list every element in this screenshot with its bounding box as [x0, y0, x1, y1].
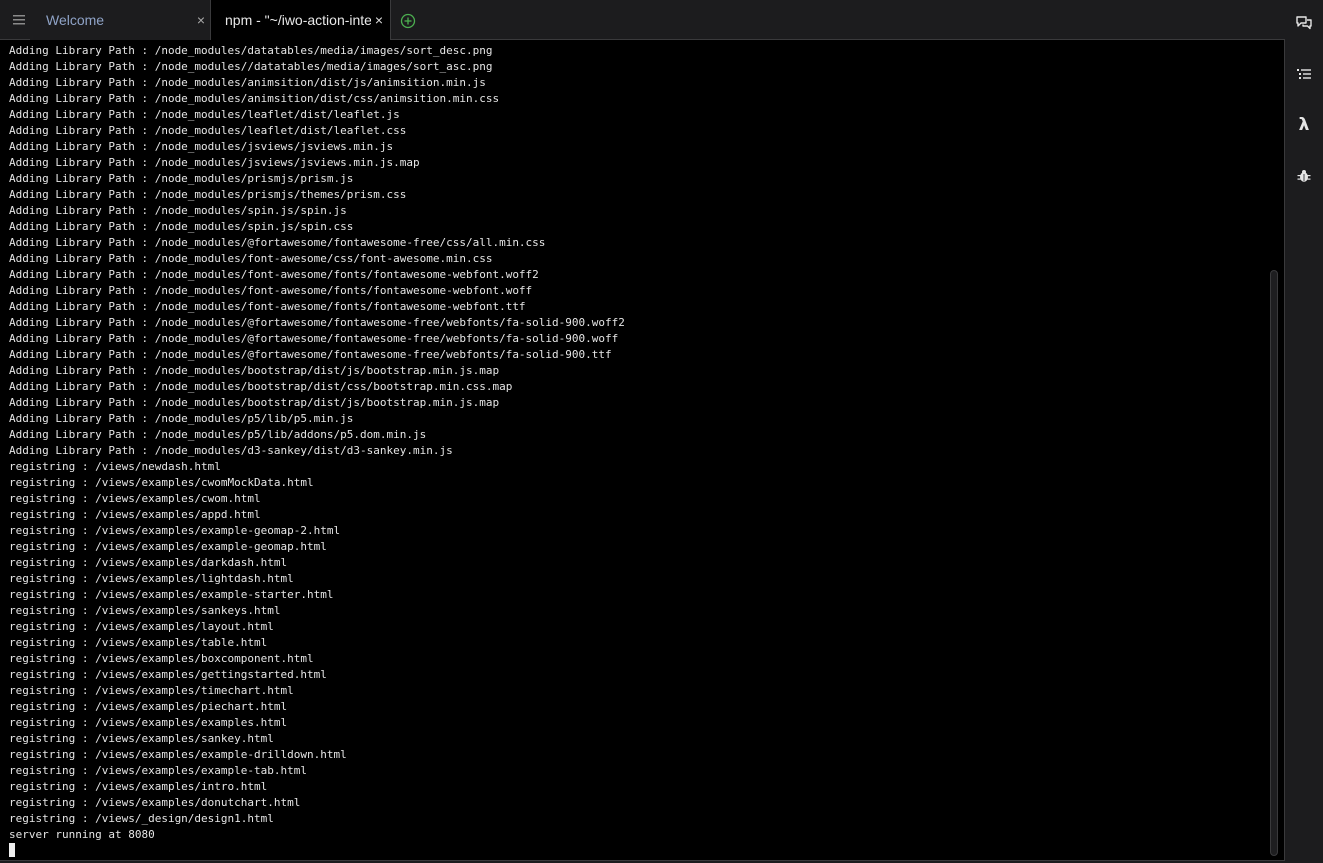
terminal-line: Adding Library Path : /node_modules/jsvi… — [9, 140, 394, 153]
terminal-line: Adding Library Path : /node_modules/spin… — [9, 204, 347, 217]
tab-npm-terminal[interactable]: npm - "~/iwo-action-integ × — [211, 0, 391, 41]
tab-npm-terminal-close-icon[interactable]: × — [372, 12, 386, 28]
tab-welcome-close-icon[interactable]: × — [194, 12, 208, 28]
tab-bar: Welcome × npm - "~/iwo-action-integ × — [0, 0, 1285, 41]
terminal-line: registring : /views/examples/example-tab… — [9, 764, 308, 777]
terminal-line: Adding Library Path : /node_modules/@for… — [9, 348, 612, 361]
terminal-line: Adding Library Path : /node_modules/boot… — [9, 364, 500, 377]
terminal-line: registring : /views/examples/boxcomponen… — [9, 652, 314, 665]
terminal-line: Adding Library Path : /node_modules/spin… — [9, 220, 354, 233]
terminal-line: Adding Library Path : /node_modules/p5/l… — [9, 412, 354, 425]
terminal-line: Adding Library Path : /node_modules/d3-s… — [9, 444, 453, 457]
terminal-lines: Adding Library Path : /node_modules/data… — [9, 43, 625, 859]
terminal-line: registring : /views/_design/design1.html — [9, 812, 274, 825]
terminal-line: Adding Library Path : /node_modules/font… — [9, 300, 526, 313]
terminal-line: Adding Library Path : /node_modules/jsvi… — [9, 156, 420, 169]
terminal-line: Adding Library Path : /node_modules/boot… — [9, 396, 500, 409]
terminal-scrollbar[interactable] — [1270, 270, 1278, 856]
list-icon[interactable] — [1294, 64, 1314, 84]
tab-npm-terminal-label: npm - "~/iwo-action-integ — [225, 12, 371, 28]
terminal-line: registring : /views/examples/gettingstar… — [9, 668, 327, 681]
terminal-line: registring : /views/examples/darkdash.ht… — [9, 556, 288, 569]
terminal-line: registring : /views/examples/example-sta… — [9, 588, 334, 601]
terminal-line: Adding Library Path : /node_modules/leaf… — [9, 108, 400, 121]
terminal-line: Adding Library Path : /node_modules/boot… — [9, 380, 513, 393]
right-sidebar: λ — [1286, 0, 1323, 863]
tab-welcome[interactable]: Welcome × — [30, 0, 211, 40]
terminal-line: registring : /views/examples/cwomMockDat… — [9, 476, 314, 489]
terminal-line: registring : /views/examples/lightdash.h… — [9, 572, 294, 585]
lambda-icon[interactable]: λ — [1294, 115, 1314, 135]
terminal-line: registring : /views/newdash.html — [9, 460, 221, 473]
terminal-line: registring : /views/examples/example-geo… — [9, 540, 327, 553]
terminal-line: Adding Library Path : /node_modules/font… — [9, 268, 539, 281]
terminal-cursor — [9, 843, 15, 857]
app-window: Welcome × npm - "~/iwo-action-integ × Ad… — [0, 0, 1323, 863]
terminal-prompt-line[interactable] — [9, 843, 625, 859]
terminal-line: registring : /views/examples/appd.html — [9, 508, 261, 521]
terminal-line: Adding Library Path : /node_modules/p5/l… — [9, 428, 427, 441]
terminal-line: Adding Library Path : /node_modules/@for… — [9, 332, 619, 345]
terminal-line: Adding Library Path : /node_modules/@for… — [9, 236, 546, 249]
terminal-line: Adding Library Path : /node_modules/@for… — [9, 316, 625, 329]
bug-icon[interactable] — [1294, 166, 1314, 186]
terminal-line: registring : /views/examples/sankey.html — [9, 732, 274, 745]
terminal-line: Adding Library Path : /node_modules/pris… — [9, 172, 354, 185]
terminal-line: Adding Library Path : /node_modules/font… — [9, 252, 493, 265]
terminal-line: registring : /views/examples/example-geo… — [9, 524, 341, 537]
terminal-line: registring : /views/examples/table.html — [9, 636, 268, 649]
hamburger-menu-icon[interactable] — [8, 11, 30, 29]
chat-icon[interactable] — [1294, 13, 1314, 33]
terminal-line: registring : /views/examples/layout.html — [9, 620, 274, 633]
terminal-panel: Welcome × npm - "~/iwo-action-integ × Ad… — [0, 0, 1285, 861]
terminal-line: registring : /views/examples/cwom.html — [9, 492, 261, 505]
terminal-line: Adding Library Path : /node_modules/pris… — [9, 188, 407, 201]
terminal-line: Adding Library Path : /node_modules/font… — [9, 284, 533, 297]
terminal-line: registring : /views/examples/sankeys.htm… — [9, 604, 281, 617]
terminal-line: server running at 8080 — [9, 828, 155, 841]
terminal-line: registring : /views/examples/timechart.h… — [9, 684, 294, 697]
terminal-line: Adding Library Path : /node_modules/data… — [9, 44, 493, 57]
terminal-line: Adding Library Path : /node_modules//dat… — [9, 60, 493, 73]
terminal-line: registring : /views/examples/intro.html — [9, 780, 268, 793]
add-tab-plus-icon[interactable] — [400, 13, 416, 29]
terminal-line: Adding Library Path : /node_modules/anim… — [9, 92, 500, 105]
terminal-line: registring : /views/examples/example-dri… — [9, 748, 347, 761]
terminal-line: registring : /views/examples/donutchart.… — [9, 796, 301, 809]
terminal-line: Adding Library Path : /node_modules/anim… — [9, 76, 486, 89]
tab-welcome-label: Welcome — [46, 12, 105, 28]
terminal-output[interactable]: Adding Library Path : /node_modules/data… — [0, 40, 1270, 860]
terminal-line: Adding Library Path : /node_modules/leaf… — [9, 124, 407, 137]
terminal-line: registring : /views/examples/examples.ht… — [9, 716, 288, 729]
terminal-line: registring : /views/examples/piechart.ht… — [9, 700, 288, 713]
